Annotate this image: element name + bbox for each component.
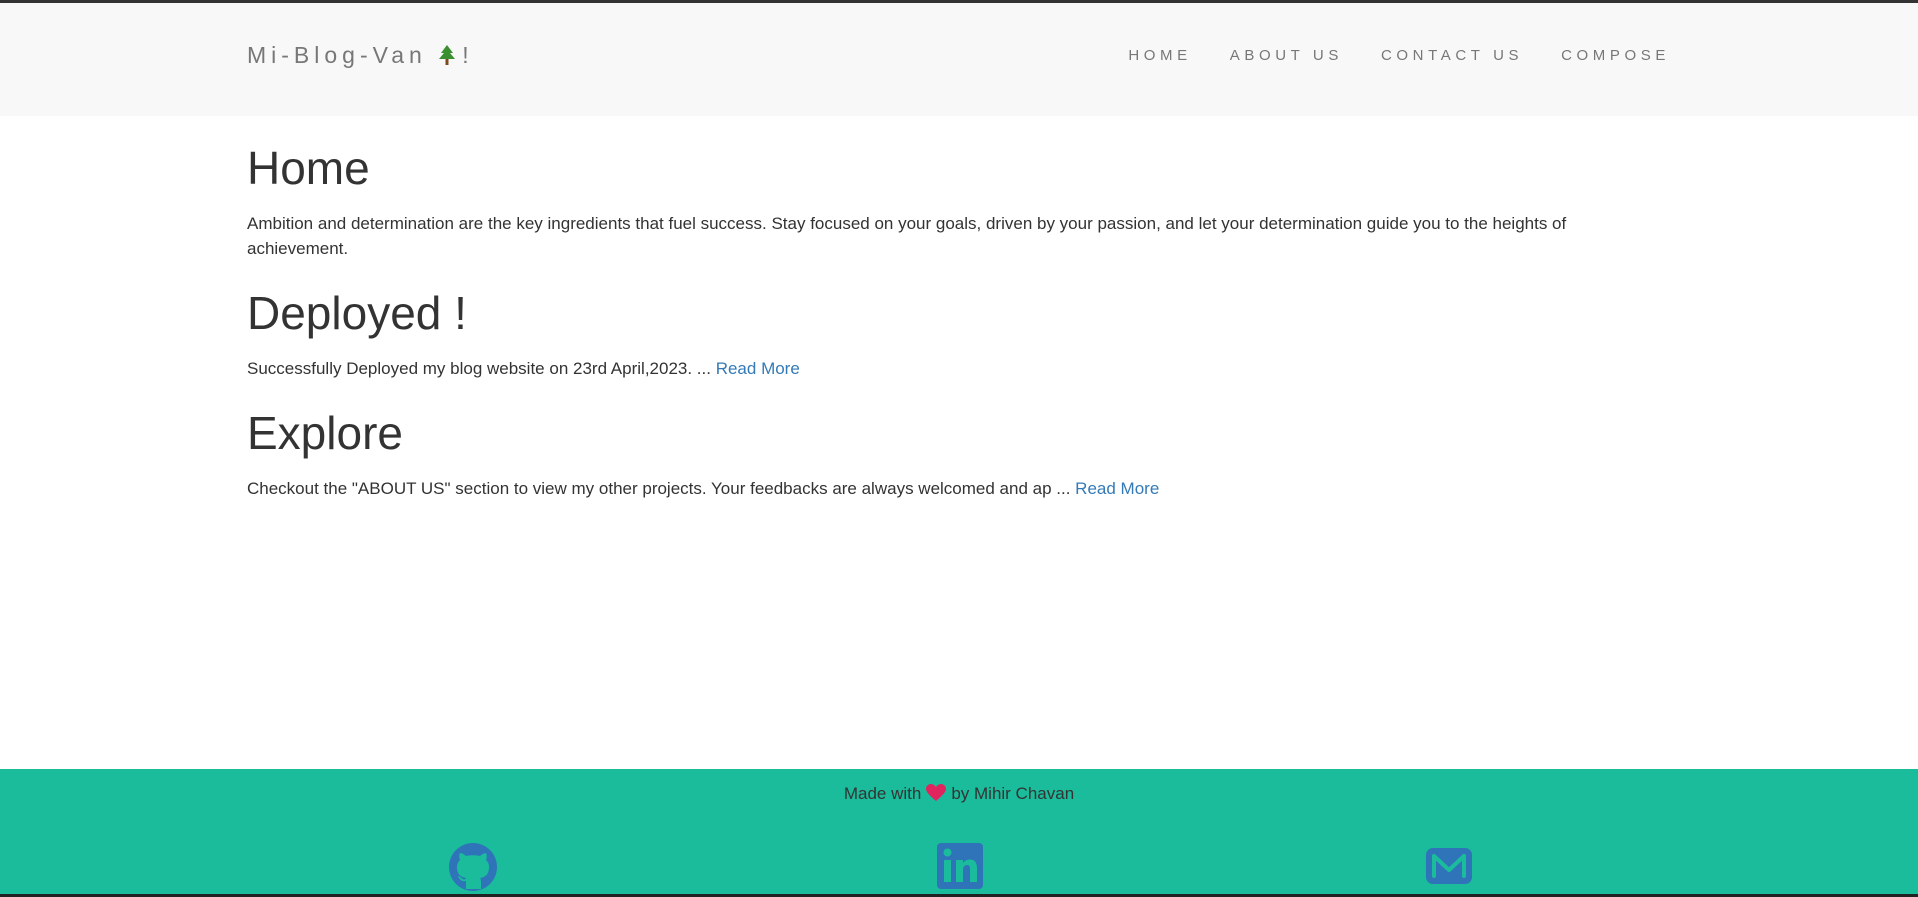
- post-title: Home: [247, 142, 370, 194]
- heart-icon: [926, 784, 947, 802]
- post-body: Successfully Deployed my blog website on…: [247, 356, 1617, 381]
- read-more-link[interactable]: Read More: [1075, 479, 1159, 498]
- nav-link-home[interactable]: HOME: [1128, 47, 1191, 65]
- post-text: Ambition and determination are the key i…: [247, 214, 1567, 258]
- github-icon: [447, 839, 499, 891]
- brand-suffix: !: [462, 42, 474, 68]
- post-body: Checkout the "ABOUT US" section to view …: [247, 476, 1617, 501]
- post-title: Explore: [247, 407, 403, 459]
- post-title: Deployed !: [247, 287, 467, 339]
- post-text: Successfully Deployed my blog website on…: [247, 359, 716, 378]
- mail-link[interactable]: [1423, 839, 1475, 891]
- main-content: Home Ambition and determination are the …: [247, 116, 1617, 501]
- post-text: Checkout the "ABOUT US" section to view …: [247, 479, 1076, 498]
- mail-icon: [1423, 839, 1475, 891]
- tree-icon: [438, 44, 456, 66]
- footer-credit: Made with by Mihir Chavan: [0, 783, 1918, 805]
- nav-link-contact-us[interactable]: CONTACT US: [1381, 47, 1523, 65]
- nav-link-about-us[interactable]: ABOUT US: [1230, 47, 1343, 65]
- linkedin-icon: [934, 839, 986, 891]
- post-home: Home Ambition and determination are the …: [247, 143, 1617, 261]
- brand-name: Mi-Blog-Van: [247, 42, 427, 68]
- nav-link-compose[interactable]: COMPOSE: [1561, 47, 1670, 65]
- made-with-text: Made with: [843, 784, 922, 803]
- read-more-link[interactable]: Read More: [716, 359, 800, 378]
- author-text: by Mihir Chavan: [951, 784, 1075, 803]
- github-link[interactable]: [447, 839, 499, 891]
- linkedin-link[interactable]: [934, 839, 986, 891]
- navbar: Mi-Blog-Van ! HOME ABOUT US CONTACT US C…: [0, 3, 1918, 116]
- post-body: Ambition and determination are the key i…: [247, 211, 1617, 261]
- page: Mi-Blog-Van ! HOME ABOUT US CONTACT US C…: [0, 0, 1918, 897]
- post-deployed: Deployed ! Successfully Deployed my blog…: [247, 288, 1617, 381]
- brand-logo-link[interactable]: Mi-Blog-Van !: [247, 41, 474, 69]
- footer: Made with by Mihir Chavan: [0, 769, 1918, 894]
- post-explore: Explore Checkout the "ABOUT US" section …: [247, 408, 1617, 501]
- nav-links: HOME ABOUT US CONTACT US COMPOSE: [1090, 47, 1670, 65]
